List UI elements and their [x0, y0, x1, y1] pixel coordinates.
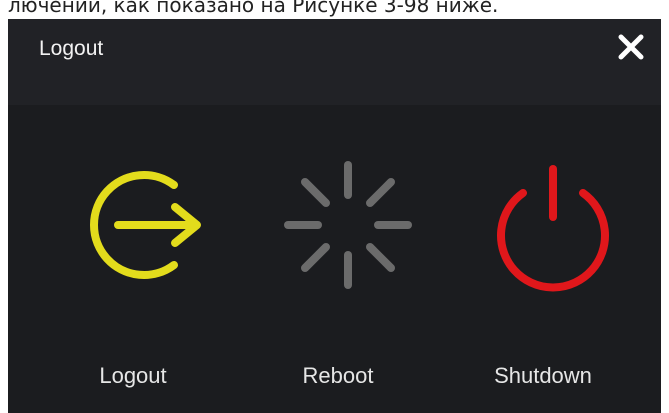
reboot-option[interactable]: Reboot [238, 105, 438, 413]
shutdown-label: Shutdown [494, 363, 592, 388]
dialog-body: Logout Reboot Shutdown [8, 105, 661, 413]
dialog-title: Logout [39, 37, 104, 60]
logout-dialog: Logout Logout Reboot Shutdown [8, 19, 661, 413]
screenshot: лючении, как показано на Рисунке 3-98 ни… [0, 0, 669, 413]
logout-icon [90, 171, 201, 279]
shutdown-option[interactable]: Shutdown [443, 105, 643, 413]
reboot-label: Reboot [302, 363, 374, 388]
power-icon [497, 165, 609, 292]
document-text-snippet: лючении, как показано на Рисунке 3-98 ни… [8, 0, 499, 17]
close-icon[interactable] [613, 29, 649, 65]
reboot-spinner-icon [284, 161, 412, 289]
logout-label: Logout [99, 363, 167, 388]
logout-option[interactable]: Logout [33, 105, 233, 413]
dialog-titlebar: Logout [8, 19, 661, 105]
